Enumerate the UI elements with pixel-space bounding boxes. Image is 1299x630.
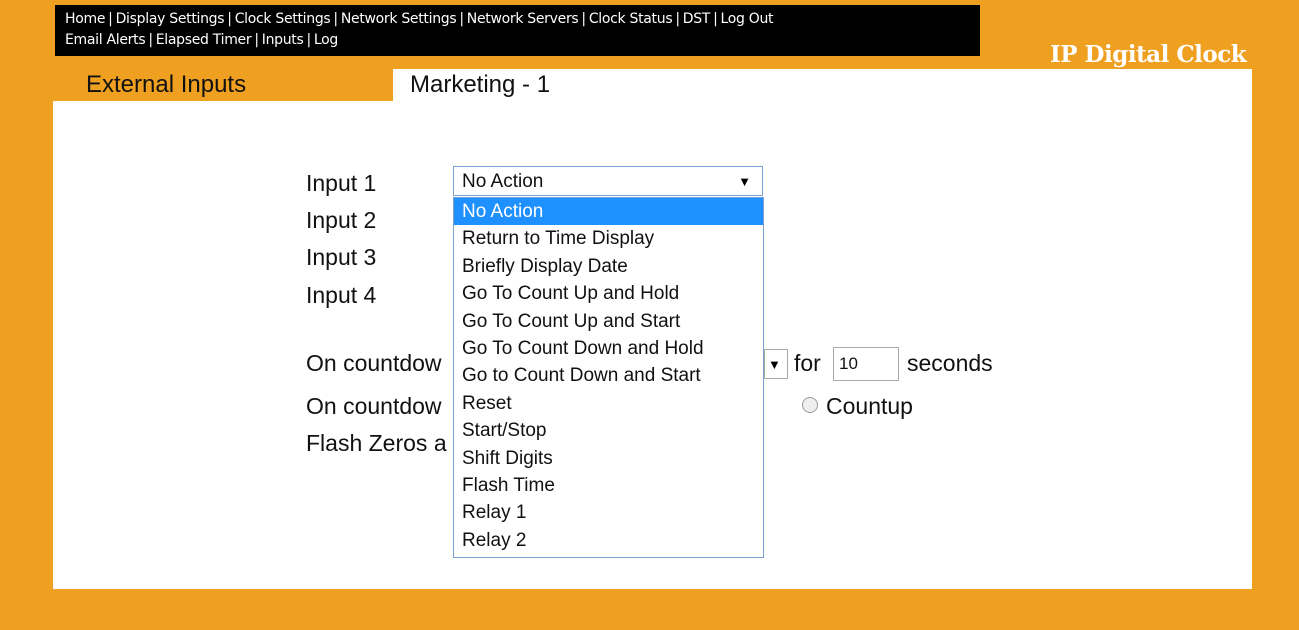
nav-separator: | [108, 11, 113, 27]
section-title: External Inputs [86, 71, 247, 98]
nav-link-elapsed-timer[interactable]: Elapsed Timer [156, 32, 252, 48]
nav-separator: | [254, 32, 259, 48]
device-name: Marketing - 1 [410, 71, 551, 98]
input-1-dropdown-list: No Action Return to Time Display Briefly D… [453, 197, 764, 558]
input-1-selected-value: No Action [462, 171, 544, 192]
countdown-action-select[interactable]: ▼ [764, 349, 788, 379]
nav-link-display-settings[interactable]: Display Settings [116, 11, 225, 27]
dropdown-option[interactable]: Reset [454, 390, 763, 417]
dropdown-option[interactable]: Briefly Display Date [454, 253, 763, 280]
nav-link-home[interactable]: Home [65, 11, 105, 27]
nav-link-network-servers[interactable]: Network Servers [467, 11, 579, 27]
dropdown-option[interactable]: Go To Count Up and Start [454, 308, 763, 335]
nav-separator: | [148, 32, 153, 48]
dropdown-arrow-icon: ▼ [768, 357, 781, 372]
countup-radio[interactable] [802, 397, 818, 413]
dropdown-option[interactable]: Start/Stop [454, 417, 763, 444]
nav-row-2: Email Alerts | Elapsed Timer | Inputs | Log [65, 31, 338, 49]
nav-link-log-out[interactable]: Log Out [720, 11, 773, 27]
dropdown-option[interactable]: Go to Count Down and Start [454, 362, 763, 389]
dropdown-option[interactable]: Relay 1 [454, 499, 763, 526]
nav-separator: | [675, 11, 680, 27]
dropdown-option[interactable]: Relay 2 [454, 527, 763, 554]
input-3-label: Input 3 [306, 244, 377, 270]
input-4-label: Input 4 [306, 282, 377, 308]
nav-separator: | [333, 11, 338, 27]
nav-separator: | [713, 11, 718, 27]
input-2-label: Input 2 [306, 207, 377, 233]
nav-link-clock-status[interactable]: Clock Status [589, 11, 673, 27]
input-1-label: Input 1 [306, 170, 377, 196]
countdown-end-label: On countdow [306, 350, 442, 376]
nav-link-network-settings[interactable]: Network Settings [341, 11, 457, 27]
flash-zeros-label: Flash Zeros a [306, 430, 447, 456]
nav-link-log[interactable]: Log [314, 32, 338, 48]
dropdown-arrow-icon: ▼ [738, 174, 751, 189]
nav-separator: | [459, 11, 464, 27]
dropdown-option[interactable]: Return to Time Display [454, 225, 763, 252]
countup-label: Countup [826, 393, 913, 419]
dropdown-option[interactable]: No Action [454, 198, 763, 226]
dropdown-option[interactable]: Shift Digits [454, 445, 763, 472]
nav-separator: | [581, 11, 586, 27]
countdown-mode-label: On countdow [306, 393, 442, 419]
nav-separator: | [306, 32, 311, 48]
dropdown-option[interactable]: Go To Count Down and Hold [454, 335, 763, 362]
for-label: for [794, 350, 821, 376]
dropdown-option[interactable]: Flash Time [454, 472, 763, 499]
nav-link-inputs[interactable]: Inputs [262, 32, 304, 48]
input-1-action-select[interactable]: No Action ▼ [453, 166, 763, 196]
nav-link-email-alerts[interactable]: Email Alerts [65, 32, 146, 48]
nav-link-clock-settings[interactable]: Clock Settings [235, 11, 331, 27]
seconds-input[interactable] [833, 347, 899, 381]
top-nav-bar: Home | Display Settings | Clock Settings | Net… [55, 5, 980, 56]
seconds-label: seconds [907, 350, 993, 376]
nav-row-1: Home | Display Settings | Clock Settings | Net… [65, 10, 774, 28]
nav-link-dst[interactable]: DST [683, 11, 711, 27]
dropdown-option[interactable]: Go To Count Up and Hold [454, 280, 763, 307]
brand-title: IP Digital Clock [1050, 41, 1247, 68]
nav-separator: | [227, 11, 232, 27]
